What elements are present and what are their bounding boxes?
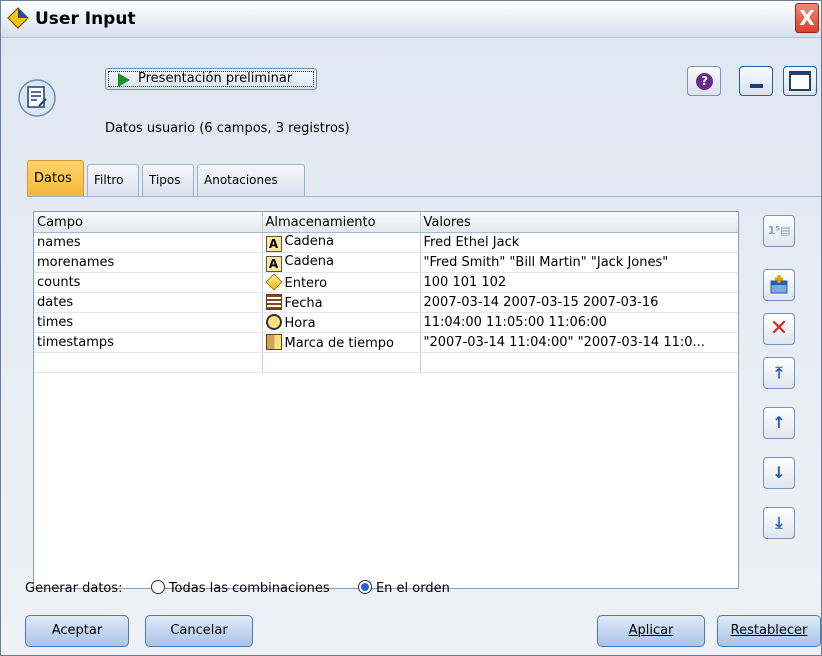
storage-cell[interactable]: Hora bbox=[262, 312, 421, 333]
storage-cell[interactable]: A Cadena bbox=[262, 252, 421, 273]
cancel-button[interactable]: Cancelar bbox=[145, 615, 253, 647]
storage-label: Entero bbox=[284, 276, 328, 291]
storage-label: Cadena bbox=[284, 233, 335, 249]
delete-icon: ✕ bbox=[769, 316, 789, 341]
table-header-row: Campo Almacenamiento Valores bbox=[34, 212, 738, 233]
data-summary: Datos usuario (6 campos, 3 registros) bbox=[105, 121, 350, 136]
radio-all-combinations[interactable]: Todas las combinaciones bbox=[150, 580, 330, 596]
table-row[interactable]: morenames A Cadena "Fred Smith" "Bill Mar… bbox=[34, 252, 738, 273]
table-row[interactable]: times Hora 11:04:00 11:05:00 11:06:00 bbox=[34, 312, 738, 333]
time-icon bbox=[265, 314, 282, 330]
values-cell[interactable] bbox=[420, 352, 738, 373]
maximize-icon bbox=[789, 71, 811, 91]
add-field-icon bbox=[770, 275, 788, 294]
values-cell[interactable]: 2007-03-14 2007-03-15 2007-03-16 bbox=[420, 292, 738, 313]
field-name-cell[interactable]: times bbox=[34, 312, 263, 333]
add-field-button[interactable] bbox=[763, 269, 795, 301]
string-icon: A bbox=[265, 235, 282, 252]
values-cell[interactable]: 11:04:00 11:05:00 11:06:00 bbox=[420, 312, 738, 333]
tab-tipos[interactable]: Tipos bbox=[142, 164, 194, 196]
user-input-node-icon bbox=[7, 7, 29, 29]
values-cell[interactable]: 100 101 102 bbox=[420, 272, 738, 293]
column-header-valores[interactable]: Valores bbox=[420, 212, 738, 233]
preview-button[interactable]: Presentación preliminar bbox=[105, 68, 317, 90]
field-name-cell[interactable] bbox=[34, 352, 263, 373]
generate-data-label: Generar datos: bbox=[25, 581, 123, 596]
preview-button-label: Presentación preliminar bbox=[138, 71, 293, 86]
field-name-cell[interactable]: dates bbox=[34, 292, 263, 313]
column-header-almacenamiento[interactable]: Almacenamiento bbox=[262, 212, 421, 233]
table-row[interactable]: timestamps Marca de tiempo "2007-03-14 1… bbox=[34, 332, 738, 353]
string-icon: A bbox=[265, 255, 282, 272]
date-icon bbox=[265, 294, 282, 310]
timestamp-icon bbox=[265, 334, 282, 350]
reset-button[interactable]: Restablecer bbox=[717, 615, 821, 647]
play-icon bbox=[118, 73, 130, 87]
move-up-button[interactable]: ↑ bbox=[763, 407, 795, 439]
storage-label: Cadena bbox=[284, 253, 335, 269]
title-bar: User Input X bbox=[1, 1, 821, 38]
fields-table: Campo Almacenamiento Valores names A Cade… bbox=[34, 212, 738, 373]
field-name-cell[interactable]: timestamps bbox=[34, 332, 263, 353]
move-bottom-icon: ⤓ bbox=[775, 513, 783, 532]
tab-anotaciones[interactable]: Anotaciones bbox=[197, 164, 305, 196]
move-up-icon: ↑ bbox=[772, 413, 786, 432]
help-button[interactable]: ? bbox=[687, 66, 721, 96]
specify-values-icon: 1⁵▤ bbox=[767, 224, 791, 237]
column-header-campo[interactable]: Campo bbox=[34, 212, 263, 233]
table-row[interactable]: counts Entero 100 101 102 bbox=[34, 272, 738, 293]
tab-datos[interactable]: Datos bbox=[27, 160, 84, 197]
radio-in-order-input[interactable] bbox=[357, 580, 372, 594]
storage-cell[interactable]: Fecha bbox=[262, 292, 421, 313]
move-down-icon: ↓ bbox=[772, 463, 786, 482]
fields-table-container: Campo Almacenamiento Valores names A Cade… bbox=[33, 211, 739, 589]
integer-icon bbox=[265, 273, 282, 291]
field-name-cell[interactable]: names bbox=[34, 232, 263, 253]
radio-in-order-label[interactable]: En el orden bbox=[376, 581, 450, 596]
storage-label: Marca de tiempo bbox=[284, 336, 394, 351]
radio-all-combinations-input[interactable] bbox=[150, 580, 165, 594]
move-to-bottom-button[interactable]: ⤓ bbox=[763, 507, 795, 539]
maximize-button[interactable] bbox=[783, 66, 817, 96]
move-to-top-button[interactable]: ⤒ bbox=[763, 357, 795, 389]
values-cell[interactable]: "2007-03-14 11:04:00" "2007-03-14 11:0..… bbox=[420, 332, 738, 353]
generate-data-group: Generar datos: Todas las combinaciones E… bbox=[25, 580, 450, 596]
storage-label: Hora bbox=[284, 316, 316, 331]
minimize-icon bbox=[750, 84, 763, 88]
help-icon: ? bbox=[696, 73, 713, 90]
delete-field-button[interactable]: ✕ bbox=[763, 313, 795, 345]
close-icon: X bbox=[799, 6, 815, 30]
radio-all-combinations-label[interactable]: Todas las combinaciones bbox=[169, 581, 330, 596]
ok-button[interactable]: Aceptar bbox=[25, 615, 129, 647]
table-row-empty[interactable] bbox=[34, 352, 738, 373]
table-row[interactable]: dates Fecha 2007-03-14 2007-03-15 2007-0… bbox=[34, 292, 738, 313]
user-input-dialog: User Input X Presentación preliminar ? D… bbox=[0, 0, 822, 656]
node-icon bbox=[18, 79, 56, 117]
move-top-icon: ⤒ bbox=[775, 363, 783, 382]
field-name-cell[interactable]: counts bbox=[34, 272, 263, 293]
specify-values-button[interactable]: 1⁵▤ bbox=[763, 215, 795, 247]
storage-cell[interactable]: Entero bbox=[262, 272, 421, 293]
storage-cell[interactable]: Marca de tiempo bbox=[262, 332, 421, 353]
close-button[interactable]: X bbox=[795, 3, 819, 33]
dialog-body: Presentación preliminar ? Datos usuario … bbox=[1, 38, 821, 655]
tab-divider bbox=[27, 196, 821, 197]
minimize-button[interactable] bbox=[739, 66, 773, 96]
storage-label: Fecha bbox=[284, 296, 323, 311]
apply-button[interactable]: Aplicar bbox=[597, 615, 705, 647]
window-title: User Input bbox=[35, 9, 136, 29]
values-cell[interactable]: "Fred Smith" "Bill Martin" "Jack Jones" bbox=[420, 252, 738, 273]
storage-cell[interactable]: A Cadena bbox=[262, 232, 421, 253]
values-cell[interactable]: Fred Ethel Jack bbox=[420, 232, 738, 253]
field-name-cell[interactable]: morenames bbox=[34, 252, 263, 273]
storage-cell[interactable] bbox=[262, 352, 421, 373]
table-row[interactable]: names A Cadena Fred Ethel Jack bbox=[34, 232, 738, 253]
move-down-button[interactable]: ↓ bbox=[763, 457, 795, 489]
radio-in-order[interactable]: En el orden bbox=[357, 580, 450, 596]
tab-filtro[interactable]: Filtro bbox=[87, 164, 139, 196]
